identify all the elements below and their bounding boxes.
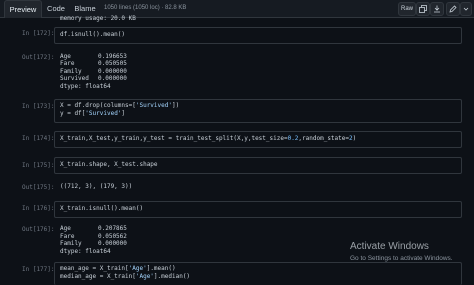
dtype-text: dtype: float64 (60, 247, 111, 255)
dtype-text: dtype: float64 (60, 82, 111, 90)
code-line: X_train.isnull().mean() (60, 205, 144, 212)
activate-windows-title: Activate Windows (350, 241, 429, 252)
chevron-down-icon (463, 7, 469, 14)
series-label: Family (60, 240, 82, 247)
memory-usage-text: memory usage: 20.0 KB (60, 15, 136, 22)
code-line: mean_age = X_train['Age'].mean() (60, 265, 176, 272)
copy-icon (419, 5, 427, 15)
edit-button[interactable] (446, 2, 460, 16)
input-prompt: In [175]: (22, 162, 55, 169)
series-value: 0.000000 (98, 240, 127, 247)
series-label: Age (60, 225, 71, 232)
download-button[interactable] (430, 2, 444, 16)
code-line: X_train,X_test,y_train,y_test = train_te… (60, 135, 357, 142)
series-label: Survived (60, 75, 89, 82)
input-prompt: In [177]: (22, 266, 55, 273)
series-value: 0.000000 (98, 75, 127, 82)
output-text: ((712, 3), (179, 3)) (60, 183, 133, 190)
pencil-icon (449, 5, 457, 15)
code-line: X = df.drop(columns=['Survived']) (60, 102, 180, 109)
series-value: 0.050505 (98, 60, 127, 67)
download-icon (433, 5, 441, 15)
code-line: y = df['Survived'] (60, 109, 126, 117)
raw-button[interactable]: Raw (398, 2, 416, 16)
copy-button[interactable] (416, 2, 430, 16)
code-line: X_train.shape, X_test.shape (60, 161, 158, 168)
code-line: df.isnull().mean() (60, 31, 126, 38)
output-prompt: Out[176]: (22, 226, 55, 233)
series-label: Family (60, 67, 82, 75)
more-options-button[interactable] (460, 2, 472, 16)
input-prompt: In [173]: (22, 103, 55, 110)
tab-preview[interactable]: Preview (4, 0, 42, 18)
series-value: 0.207865 (98, 225, 127, 232)
activate-windows-subtitle: Go to Settings to activate Windows. (350, 255, 453, 262)
code-line: median_age = X_train['Age'].median() (60, 272, 191, 280)
input-prompt: In [172]: (22, 30, 55, 37)
input-prompt: In [174]: (22, 135, 55, 142)
series-value: 0.050562 (98, 232, 127, 240)
series-label: Fare (60, 60, 75, 67)
series-label: Fare (60, 232, 75, 240)
input-prompt: In [176]: (22, 205, 55, 212)
series-value: 0.000000 (98, 67, 127, 75)
output-prompt: Out[175]: (22, 184, 55, 191)
output-prompt: Out[172]: (22, 54, 55, 61)
